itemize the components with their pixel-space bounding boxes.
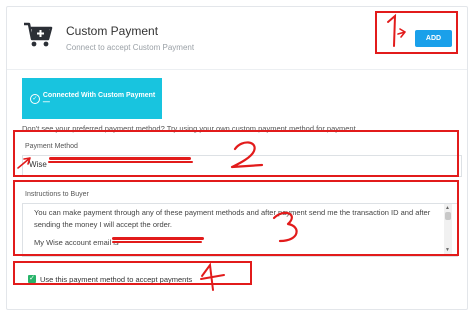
- annotation-box-4: [13, 261, 252, 285]
- connected-button-label: Connected With Custom Payment —: [42, 91, 156, 106]
- annotation-box-1: [375, 11, 458, 54]
- check-circle-icon: ✓: [30, 93, 40, 104]
- page-title: Custom Payment: [66, 24, 159, 38]
- connected-button[interactable]: ✓ Connected With Custom Payment —: [22, 78, 162, 119]
- page-subtitle: Connect to accept Custom Payment: [66, 43, 195, 52]
- annotation-box-2: [13, 130, 459, 177]
- header-divider: [7, 69, 467, 70]
- annotation-box-3: [13, 180, 459, 256]
- cart-plus-icon: [24, 22, 53, 47]
